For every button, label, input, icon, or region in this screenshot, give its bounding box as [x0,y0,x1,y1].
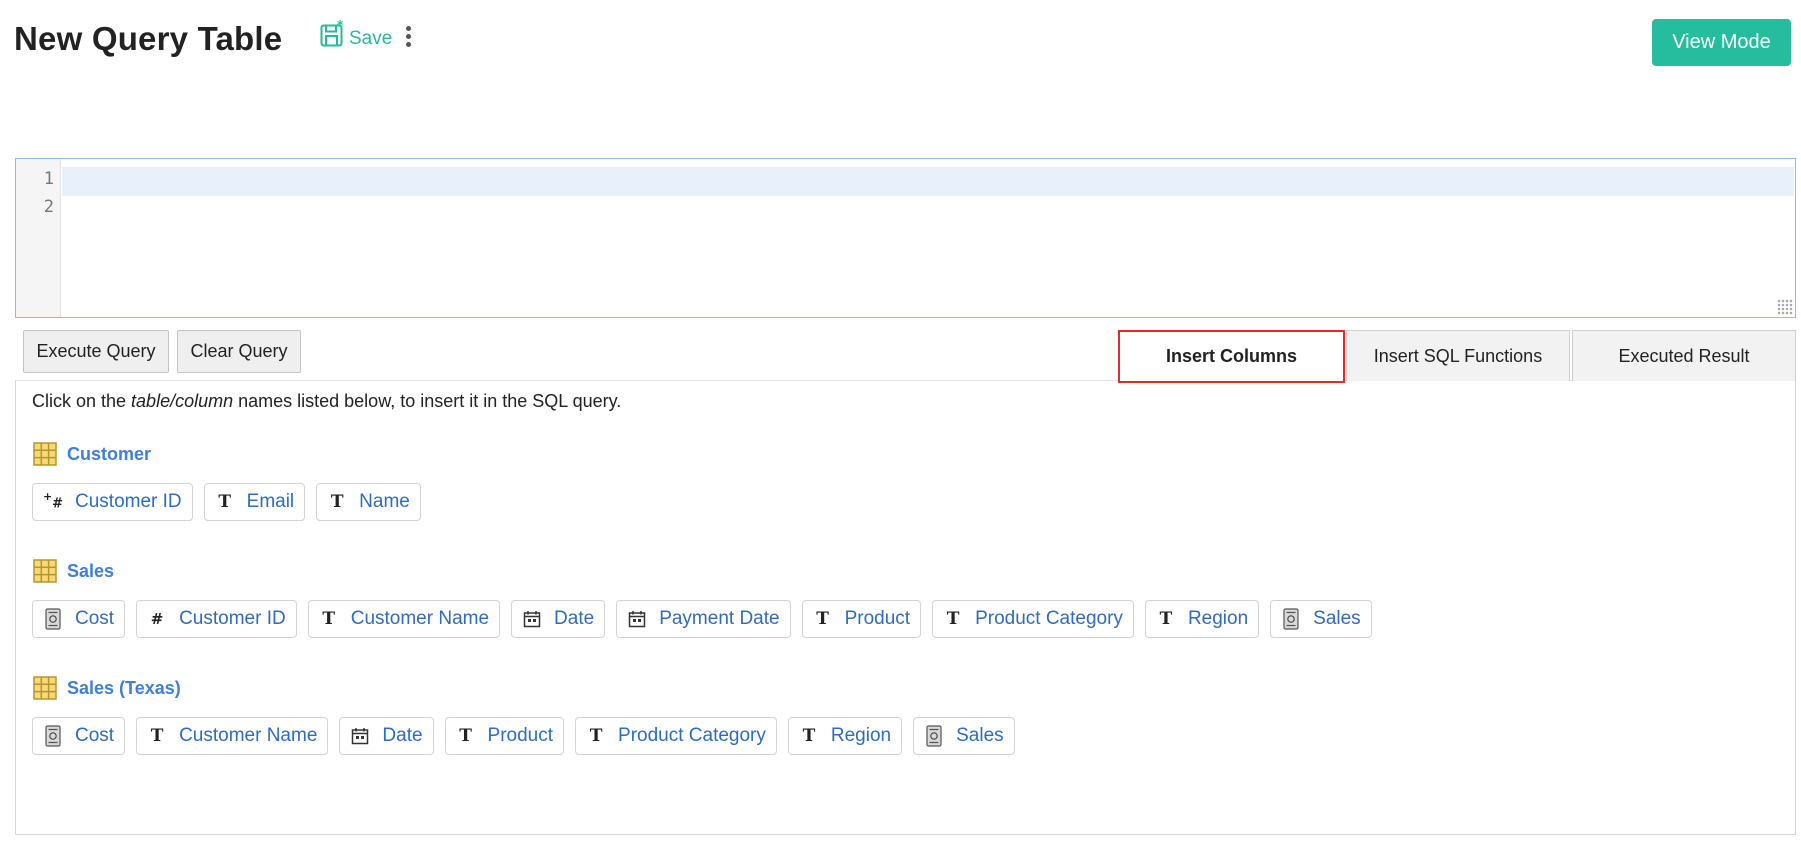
columns-row-sales-texas: Cost T Customer Name Date T Product T Product C… [32,717,1015,755]
text-type-icon: T [1159,609,1173,629]
clear-query-button[interactable]: Clear Query [177,330,301,373]
table-title-sales[interactable]: Sales [33,559,114,583]
column-chip[interactable]: T Region [787,717,903,755]
column-label: Email [246,491,295,512]
text-type-icon: T [322,609,336,629]
column-chip[interactable]: Cost [32,717,126,755]
save-label: Save [349,28,393,49]
column-chip[interactable]: # Customer ID [136,600,297,638]
column-label: Sales [956,725,1004,746]
column-label: Product Category [975,608,1123,629]
column-chip[interactable]: Sales [913,717,1015,755]
column-label: Region [1187,608,1249,629]
column-label: Customer ID [179,608,286,629]
column-label: Cost [75,608,115,629]
svg-text:*: * [337,20,344,32]
column-label: Payment Date [659,608,780,629]
text-type-icon: T [589,726,603,746]
column-chip[interactable]: T Name [316,483,421,521]
currency-icon [43,725,63,747]
number-icon: # [150,610,164,628]
text-type-icon: T [150,726,164,746]
column-chip[interactable]: T Product [801,600,922,638]
text-type-icon: T [816,609,829,629]
column-label: Customer ID [75,491,182,512]
column-label: Cost [75,725,115,746]
column-chip[interactable]: Sales [1270,600,1372,638]
column-chip[interactable]: T Customer Name [307,600,501,638]
column-chip[interactable]: T Product Category [575,717,777,755]
column-label: Product Category [618,725,766,746]
columns-row-sales: Cost # Customer ID T Customer Name Date Paymen… [32,600,1372,638]
header: New Query Table * Save View Mode [0,0,1801,90]
save-icon: * [320,20,344,47]
table-name: Sales (Texas) [67,677,181,698]
column-chip[interactable]: Date [511,600,606,638]
tab-insert-columns[interactable]: Insert Columns [1118,330,1345,383]
text-type-icon: T [330,492,344,512]
text-type-icon: T [459,726,472,746]
tab-insert-sql-functions[interactable]: Insert SQL Functions [1346,330,1570,381]
line-number-gutter: 1 2 [16,159,61,317]
table-title-customer[interactable]: Customer [33,442,151,466]
column-label: Product [844,608,911,629]
sql-editor[interactable]: 1 2 [15,158,1796,318]
column-label: Date [554,608,595,629]
text-type-icon: T [218,492,231,512]
column-chip[interactable]: Cost [32,600,126,638]
table-name: Sales [67,560,115,581]
line-number: 2 [43,197,54,217]
column-chip[interactable]: T Product [444,717,565,755]
currency-icon [924,725,944,747]
text-type-icon: T [802,726,816,746]
date-icon [350,725,370,747]
column-chip[interactable]: T Product Category [932,600,1134,638]
tab-executed-result[interactable]: Executed Result [1572,330,1796,381]
date-icon [522,608,542,630]
table-title-sales-texas[interactable]: Sales (Texas) [33,676,181,700]
column-label: Sales [1313,608,1361,629]
active-line-highlight [62,167,1794,196]
column-chip[interactable]: Date [339,717,434,755]
instruction-text: Click on the table/column names listed b… [32,391,622,411]
auto-number-icon: +# [42,490,64,512]
table-name: Customer [67,443,152,464]
currency-icon [43,608,63,630]
page-title: New Query Table [14,20,283,57]
table-grid-icon [33,559,57,583]
column-label: Customer Name [179,725,318,746]
column-label: Product [487,725,554,746]
columns-row-customer: +# Customer ID T Email T Name [32,483,421,521]
column-label: Name [359,491,410,512]
column-chip[interactable]: T Region [1144,600,1260,638]
table-grid-icon [33,442,57,466]
date-icon [627,608,647,630]
column-label: Date [382,725,423,746]
column-chip[interactable]: T Email [203,483,306,521]
column-chip[interactable]: T Customer Name [136,717,329,755]
line-number: 1 [43,169,54,189]
view-mode-button[interactable]: View Mode [1652,19,1791,66]
text-type-icon: T [946,609,960,629]
currency-icon [1281,608,1301,630]
column-label: Customer Name [350,608,490,629]
column-chip[interactable]: Payment Date [616,600,791,638]
column-chip[interactable]: +# Customer ID [32,483,193,521]
table-grid-icon [33,676,57,700]
column-label: Region [830,725,892,746]
more-options-icon[interactable] [404,26,412,52]
resize-handle-icon[interactable] [1777,299,1793,315]
execute-query-button[interactable]: Execute Query [23,330,169,373]
save-button[interactable]: * Save [320,20,392,50]
